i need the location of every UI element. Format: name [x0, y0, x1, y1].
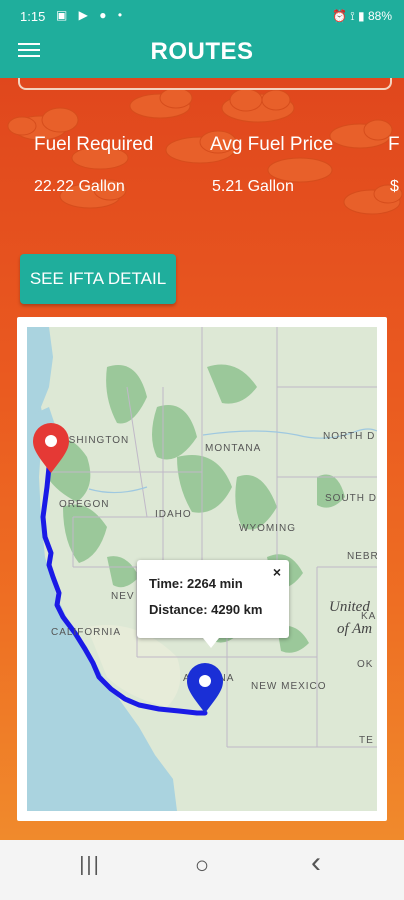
- route-map[interactable]: ASHINGTON OREGON IDAHO MONTANA WYOMING N…: [27, 327, 377, 811]
- system-navigation-bar: ||| ○ ‹: [0, 840, 404, 900]
- truncated-stat-label: F: [388, 134, 400, 155]
- label-north-dakota: NORTH D: [323, 431, 375, 442]
- avg-fuel-price-label: Avg Fuel Price: [210, 134, 334, 155]
- back-button[interactable]: ‹: [286, 846, 346, 879]
- status-bar: 1:15 ▣ ▶ ● • ⏰ ⟟ ▮ 88%: [0, 0, 404, 34]
- status-time: 1:15: [20, 9, 46, 24]
- label-california: CALIFORNIA: [51, 627, 121, 638]
- fuel-required-label: Fuel Required: [34, 134, 154, 155]
- label-oregon: OREGON: [59, 499, 109, 510]
- routes-content: Fuel Required 22.22 Gallon Avg Fuel Pric…: [0, 78, 404, 840]
- label-of-america: of Am: [337, 621, 372, 637]
- notification-icons: ▣ ▶ ● •: [56, 8, 127, 22]
- label-united: United: [329, 599, 370, 615]
- page-title: ROUTES: [150, 38, 254, 65]
- route-distance: Distance: 4290 km: [149, 602, 263, 617]
- label-oklahoma: OK: [357, 659, 373, 670]
- close-icon[interactable]: ×: [273, 564, 281, 580]
- label-nebraska: NEBR: [347, 551, 377, 562]
- label-washington: ASHINGTON: [61, 435, 129, 446]
- label-nevada: NEV: [111, 591, 135, 602]
- home-button[interactable]: ○: [172, 852, 232, 884]
- label-new-mexico: NEW MEXICO: [251, 681, 327, 692]
- route-time: Time: 2264 min: [149, 576, 243, 591]
- summary-card-edge: [18, 78, 392, 90]
- fuel-required-value: 22.22 Gallon: [34, 178, 125, 195]
- avg-fuel-price-value: 5.21 Gallon: [212, 178, 294, 195]
- see-ifta-detail-button[interactable]: SEE IFTA DETAIL: [20, 254, 176, 304]
- truncated-stat-value: $: [390, 178, 399, 195]
- fuel-stats: Fuel Required 22.22 Gallon Avg Fuel Pric…: [0, 130, 404, 200]
- recent-apps-button[interactable]: |||: [60, 854, 120, 886]
- label-idaho: IDAHO: [155, 509, 192, 520]
- label-montana: MONTANA: [205, 443, 261, 454]
- route-info-window: × Time: 2264 min Distance: 4290 km: [137, 560, 289, 638]
- label-wyoming: WYOMING: [239, 523, 296, 534]
- map-card: ASHINGTON OREGON IDAHO MONTANA WYOMING N…: [17, 317, 387, 821]
- info-window-pointer: [203, 638, 219, 648]
- label-texas: TE: [359, 735, 374, 746]
- app-bar: ROUTES: [0, 34, 404, 78]
- label-south-dakota: SOUTH D: [325, 493, 377, 504]
- system-status-icons: ⏰ ⟟ ▮ 88%: [331, 9, 392, 23]
